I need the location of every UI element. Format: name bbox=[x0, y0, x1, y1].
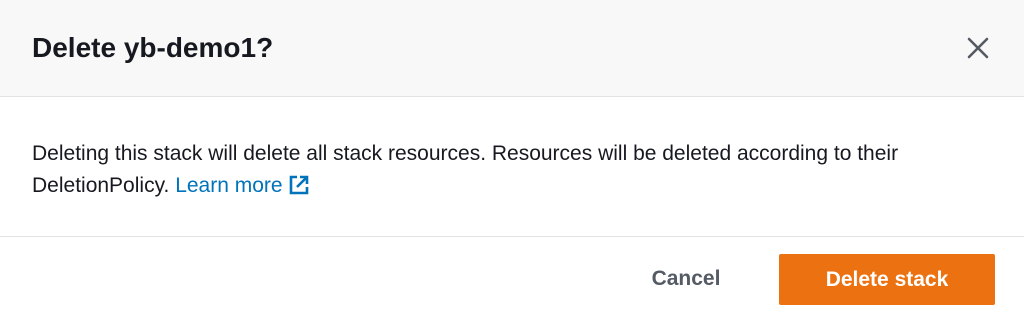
footer-divider bbox=[0, 236, 1024, 237]
cancel-button[interactable]: Cancel bbox=[630, 254, 742, 304]
modal-title: Delete yb-demo1? bbox=[32, 32, 274, 63]
close-button[interactable] bbox=[958, 28, 998, 68]
delete-stack-modal: Delete yb-demo1? Deleting this stack wil… bbox=[0, 0, 1024, 319]
body-text: Deleting this stack will delete all stac… bbox=[32, 142, 899, 197]
learn-more-link[interactable]: Learn more bbox=[175, 174, 308, 197]
delete-stack-button[interactable]: Delete stack bbox=[779, 254, 995, 305]
external-link-icon bbox=[289, 175, 308, 195]
learn-more-label: Learn more bbox=[175, 174, 283, 197]
modal-body: Deleting this stack will delete all stac… bbox=[32, 138, 1002, 202]
close-icon bbox=[967, 37, 989, 59]
modal-header: Delete yb-demo1? bbox=[0, 0, 1024, 97]
